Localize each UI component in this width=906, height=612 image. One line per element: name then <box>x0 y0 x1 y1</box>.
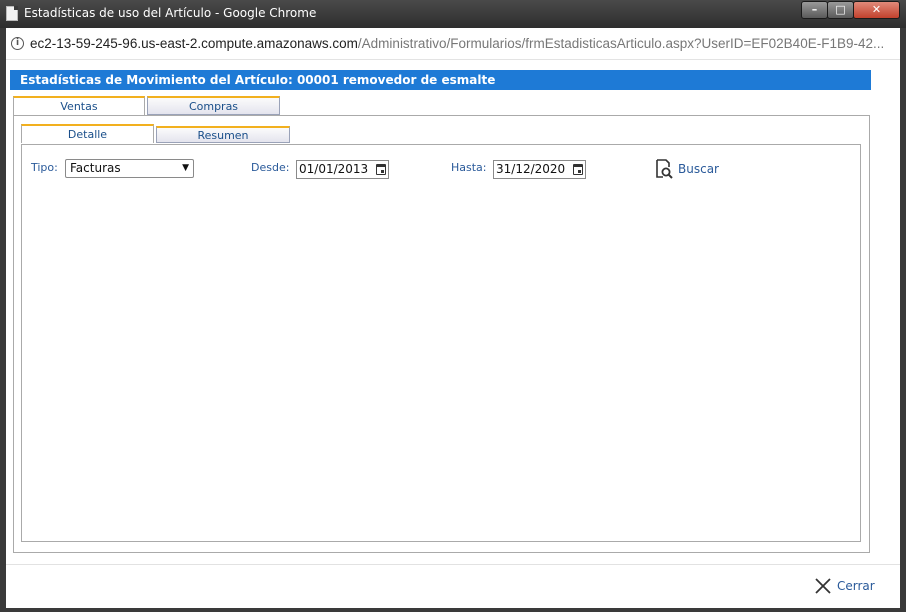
chevron-down-icon: ▼ <box>182 163 189 173</box>
close-icon[interactable] <box>815 578 831 594</box>
close-window-button[interactable]: ✕ <box>853 1 900 19</box>
page-icon <box>6 6 18 21</box>
url-host: ec2-13-59-245-96.us-east-2.compute.amazo… <box>30 36 358 51</box>
tipo-select[interactable]: Facturas ▼ <box>65 159 194 178</box>
search-icon[interactable] <box>655 159 673 179</box>
search-button[interactable]: Buscar <box>678 162 719 176</box>
window-title: Estadísticas de uso del Artículo - Googl… <box>24 6 317 20</box>
address-bar[interactable]: i ec2-13-59-245-96.us-east-2.compute.ama… <box>6 28 900 60</box>
tipo-label: Tipo: <box>31 161 58 174</box>
footer-divider <box>6 564 900 565</box>
hasta-label: Hasta: <box>451 161 487 174</box>
maximize-button[interactable]: □ <box>827 1 854 19</box>
url-path: /Administrativo/Formularios/frmEstadisti… <box>357 36 885 51</box>
tab-compras[interactable]: Compras <box>147 96 280 115</box>
tab-ventas[interactable]: Ventas <box>13 96 145 115</box>
url-text[interactable]: ec2-13-59-245-96.us-east-2.compute.amazo… <box>30 36 884 51</box>
desde-date-input[interactable]: 01/01/2013 <box>296 160 389 179</box>
tab-detalle[interactable]: Detalle <box>21 124 154 143</box>
desde-date-value: 01/01/2013 <box>299 162 369 176</box>
desde-label: Desde: <box>251 161 290 174</box>
calendar-icon[interactable] <box>573 164 583 175</box>
hasta-date-input[interactable]: 31/12/2020 <box>493 160 586 179</box>
minimize-button[interactable]: – <box>801 1 828 19</box>
title-bar[interactable]: Estadísticas de uso del Artículo - Googl… <box>0 0 906 28</box>
detalle-panel <box>21 144 861 542</box>
tipo-select-value: Facturas <box>70 161 121 175</box>
hasta-date-value: 31/12/2020 <box>496 162 566 176</box>
tab-resumen[interactable]: Resumen <box>156 126 290 143</box>
info-icon[interactable]: i <box>11 37 24 50</box>
calendar-icon[interactable] <box>376 164 386 175</box>
page-title: Estadísticas de Movimiento del Artículo:… <box>10 70 871 90</box>
close-button[interactable]: Cerrar <box>837 579 875 593</box>
dialog-content: Estadísticas de Movimiento del Artículo:… <box>6 60 900 608</box>
browser-window: Estadísticas de uso del Artículo - Googl… <box>0 0 906 612</box>
